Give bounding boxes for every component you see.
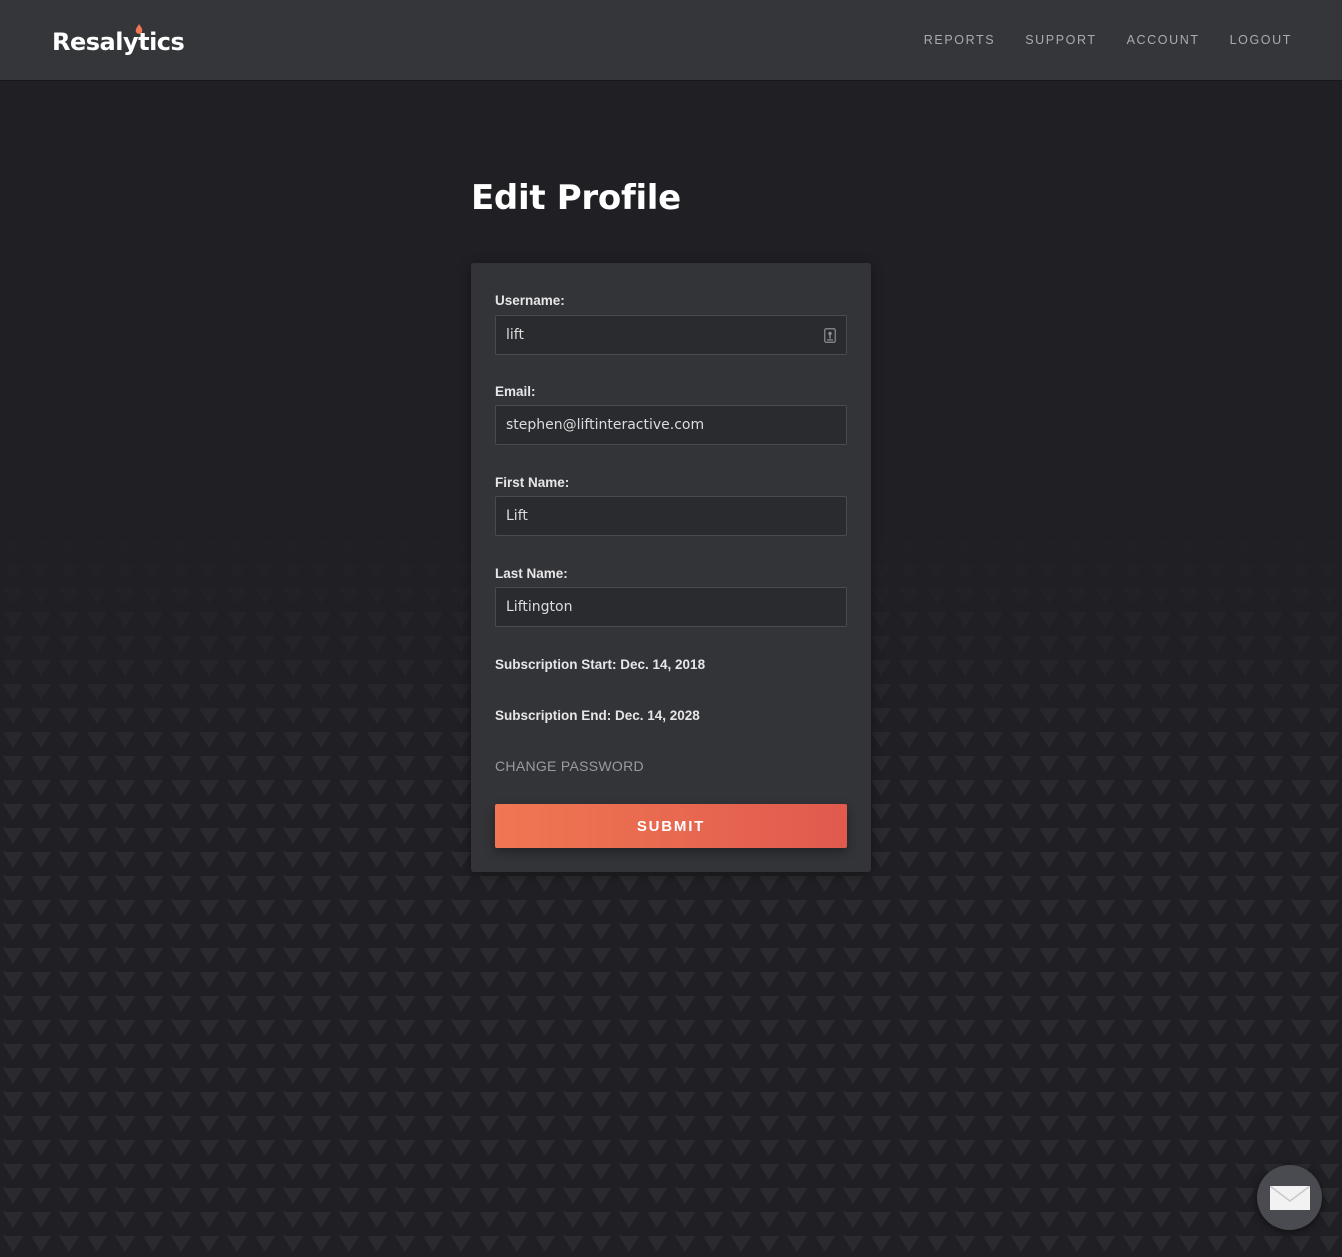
first-name-value: Lift <box>506 508 528 524</box>
email-value: stephen@liftinteractive.com <box>506 417 705 433</box>
main-nav: REPORTS SUPPORT ACCOUNT LOGOUT <box>924 31 1292 49</box>
username-field[interactable]: lift <box>495 315 847 355</box>
password-manager-key-icon[interactable] <box>824 327 836 343</box>
nav-reports-link[interactable]: REPORTS <box>924 31 995 49</box>
subscription-start-text: Subscription Start: Dec. 14, 2018 <box>495 657 706 672</box>
last-name-field[interactable]: Liftington <box>495 587 847 627</box>
nav-support-link[interactable]: SUPPORT <box>1025 31 1096 49</box>
submit-button[interactable]: SUBMIT <box>495 804 847 848</box>
last-name-value: Liftington <box>506 599 573 615</box>
nav-account-link[interactable]: ACCOUNT <box>1127 31 1200 49</box>
email-field[interactable]: stephen@liftinteractive.com <box>495 405 847 445</box>
envelope-icon <box>1269 1185 1310 1210</box>
flame-icon <box>135 24 143 34</box>
edit-profile-card: Username: lift Email: stephen@liftintera… <box>471 263 871 872</box>
email-label: Email: <box>495 384 536 399</box>
first-name-label: First Name: <box>495 475 570 490</box>
subscription-end-text: Subscription End: Dec. 14, 2028 <box>495 708 700 723</box>
logo-text: Resalytics <box>52 28 185 56</box>
username-label: Username: <box>495 293 565 308</box>
first-name-field[interactable]: Lift <box>495 496 847 536</box>
top-navigation-bar: Resalytics REPORTS SUPPORT ACCOUNT LOGOU… <box>0 0 1342 80</box>
username-value: lift <box>506 327 524 343</box>
chat-widget-button[interactable] <box>1257 1165 1322 1230</box>
last-name-label: Last Name: <box>495 566 568 581</box>
resalytics-logo[interactable]: Resalytics <box>52 24 185 60</box>
page-title: Edit Profile <box>471 178 681 218</box>
change-password-link[interactable]: CHANGE PASSWORD <box>495 758 644 774</box>
nav-logout-link[interactable]: LOGOUT <box>1230 31 1292 49</box>
